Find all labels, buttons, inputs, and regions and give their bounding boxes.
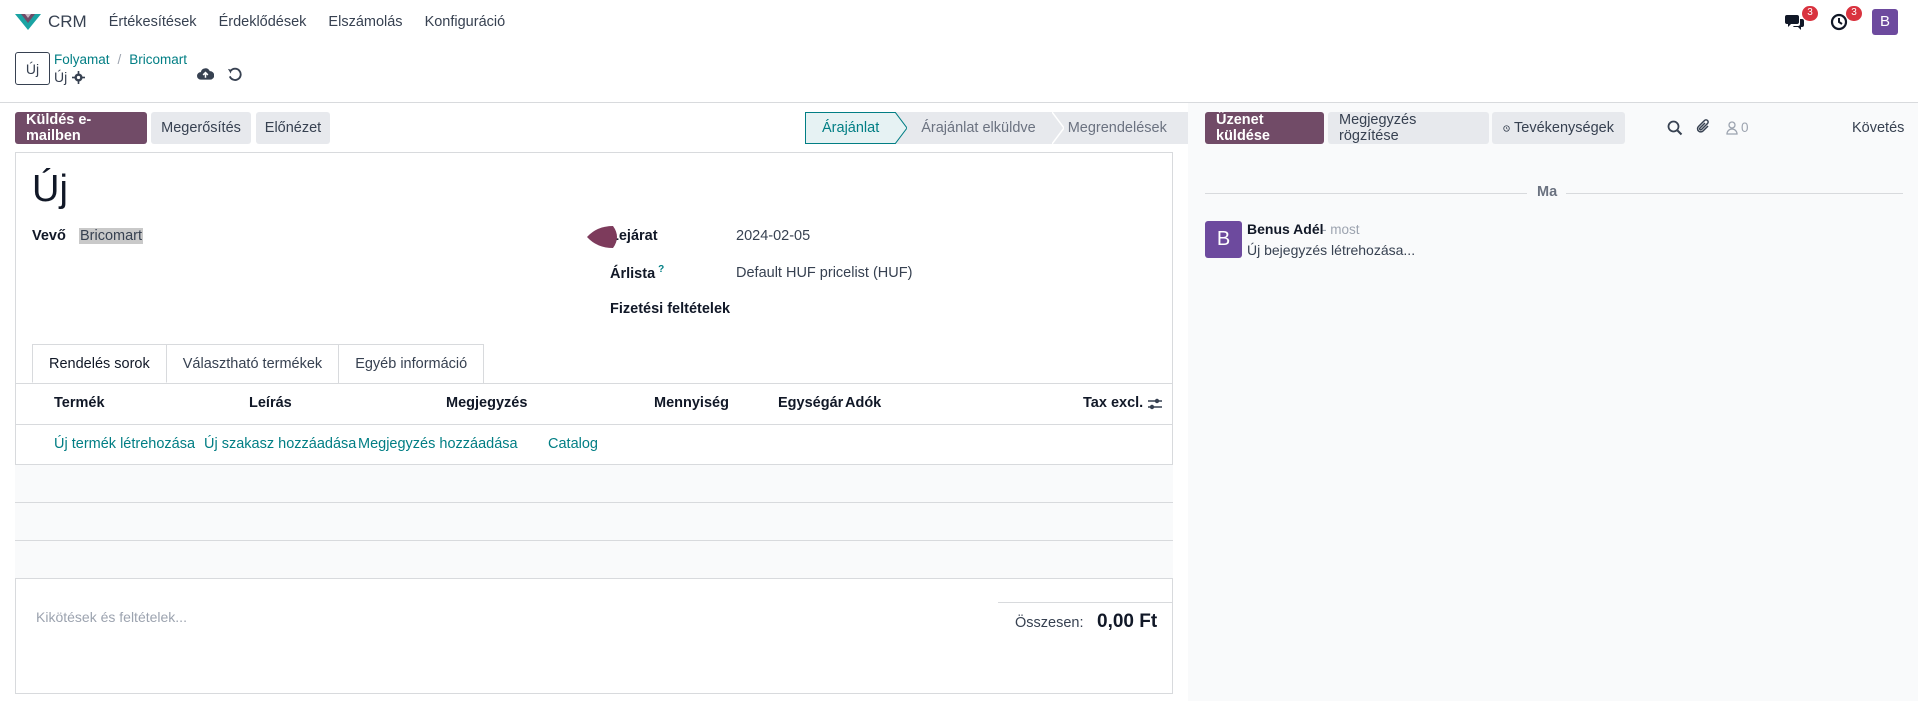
payment-terms-label: Fizetési feltételek [610,301,731,317]
cursor-marker-icon [587,226,617,248]
table-row-empty [15,465,1173,503]
activities-button[interactable]: Tevékenységek [1492,112,1625,144]
send-message-button[interactable]: Üzenet küldése [1205,112,1324,144]
message-time: - most [1322,222,1360,237]
notebook-tabs: Rendelés sorok Választható termékek Egyé… [32,344,485,383]
breadcrumb-pipeline[interactable]: Folyamat [54,52,110,67]
breadcrumb-separator: / [117,52,122,67]
messages-badge: 3 [1802,5,1818,21]
clock-icon [1503,124,1510,132]
stage-quotation-sent[interactable]: Árajánlat elküldve [895,112,1052,144]
tab-other-info[interactable]: Egyéb információ [338,344,485,383]
total-divider [998,602,1172,603]
user-avatar[interactable]: B [1872,8,1898,35]
tab-optional-products[interactable]: Választható termékek [165,344,340,383]
new-button[interactable]: Új [15,52,50,85]
table-header-divider [15,424,1173,425]
customer-field[interactable]: Bricomart [79,228,144,244]
table-row-empty [15,503,1173,541]
activities-button-label: Tevékenységek [1514,120,1614,136]
menu-leads[interactable]: Érdeklődések [219,14,307,30]
control-panel [0,43,1918,103]
stage-arrow-icon [1051,112,1064,144]
record-name: Új [54,69,86,85]
send-email-button[interactable]: Küldés e-mailben [15,112,147,144]
message-body: Új bejegyzés létrehozása... [1247,242,1416,258]
message-avatar[interactable]: B [1205,221,1242,258]
add-note-link[interactable]: Megjegyzés hozzáadása [358,436,518,452]
top-navbar: CRM Értékesítések Érdeklődések Elszámolá… [0,0,1918,43]
pricelist-label: Árlista? [610,264,664,282]
table-row-divider [15,578,1173,579]
column-tax-excluded[interactable]: Tax excl. [1083,395,1143,411]
activity-menu[interactable]: 3 [1828,5,1862,33]
user-icon [1726,120,1738,135]
tab-order-lines[interactable]: Rendelés sorok [32,344,167,383]
search-icon[interactable] [1667,120,1683,136]
pricelist-help[interactable]: ? [658,264,664,275]
app-name[interactable]: CRM [48,12,87,32]
followers-button[interactable]: 0 [1726,120,1749,135]
tabs-divider [15,383,1173,384]
column-taxes[interactable]: Adók [845,395,881,411]
stage-sales-order[interactable]: Megrendelések [1063,112,1194,144]
total-label: Összesen: [1015,615,1084,631]
total-amount: 0,00 Ft [1097,611,1158,632]
breadcrumb-opportunity[interactable]: Bricomart [129,52,187,67]
menu-invoicing[interactable]: Elszámolás [328,14,402,30]
gear-icon[interactable] [72,70,86,84]
column-description[interactable]: Leírás [249,395,292,411]
status-bar: Árajánlat Árajánlat elküldve Megrendelés… [805,112,1194,144]
column-note[interactable]: Megjegyzés [446,395,527,411]
undo-icon[interactable] [227,67,242,82]
expiration-field[interactable]: 2024-02-05 [736,228,810,244]
customer-label: Vevő [32,228,66,244]
stage-arrow-icon [895,112,908,144]
record-big-title: Új [32,168,68,210]
pricelist-label-text: Árlista [610,265,656,282]
app-brand[interactable]: CRM [14,12,109,32]
date-separator-line [1205,193,1527,194]
follow-button[interactable]: Követés [1852,120,1904,136]
breadcrumb: Folyamat / Bricomart [54,52,187,67]
messaging-menu[interactable]: 3 [1784,5,1818,33]
menu-configuration[interactable]: Konfiguráció [425,14,506,30]
activities-badge: 3 [1846,5,1862,21]
confirm-button[interactable]: Megerősítés [151,112,251,144]
cloud-upload-icon[interactable] [197,67,214,81]
optional-columns-icon[interactable] [1147,397,1163,411]
column-product[interactable]: Termék [54,395,105,411]
crm-logo-icon [15,13,41,30]
column-quantity[interactable]: Mennyiség [654,395,729,411]
catalog-link[interactable]: Catalog [548,436,598,452]
date-separator-line [1566,193,1903,194]
preview-button[interactable]: Előnézet [256,112,330,144]
add-section-link[interactable]: Új szakasz hozzáadása [204,436,356,452]
date-separator: Ma [1537,184,1558,200]
followers-count: 0 [1741,120,1749,135]
menu-sales[interactable]: Értékesítések [109,14,197,30]
log-note-button[interactable]: Megjegyzés rögzítése [1328,112,1489,144]
pricelist-field[interactable]: Default HUF pricelist (HUF) [736,265,912,281]
record-title: Új [54,69,68,85]
column-unit-price[interactable]: Egységár [778,395,843,411]
paperclip-icon[interactable] [1696,118,1712,136]
add-product-link[interactable]: Új termék létrehozása [54,436,195,452]
terms-conditions-field[interactable]: Kikötések és feltételek... [36,609,187,625]
message-author[interactable]: Benus Adél [1247,221,1324,237]
stage-quotation[interactable]: Árajánlat [805,112,897,144]
table-row-empty [15,541,1173,579]
